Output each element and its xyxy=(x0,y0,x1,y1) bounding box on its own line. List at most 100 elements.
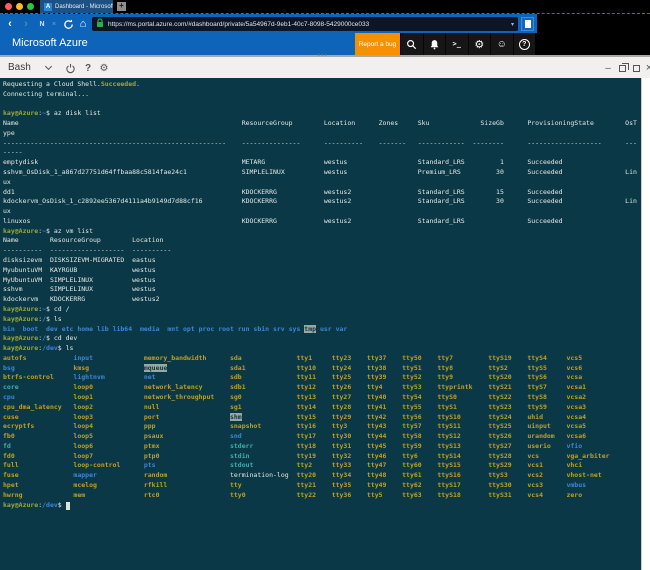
search-button[interactable] xyxy=(400,33,423,55)
terminal-text: termination-log xyxy=(230,471,289,479)
zoom-window-button[interactable] xyxy=(27,3,34,10)
help-button[interactable]: ? xyxy=(513,33,536,55)
terminal-text: cuse xyxy=(3,413,19,421)
terminal-text: tty29 xyxy=(332,413,352,421)
terminal-screen[interactable]: Requesting a Cloud Shell.Succeeded.Conne… xyxy=(0,78,641,570)
terminal-text: ttyS24 xyxy=(488,413,511,421)
terminal-text: loop0 xyxy=(73,383,93,391)
url-text: https://ms.portal.azure.com/#dashboard/p… xyxy=(108,21,511,28)
terminal-text: ttyS27 xyxy=(488,442,511,450)
browser-tab[interactable]: A Dashboard - Microsoft Azure xyxy=(40,0,113,13)
terminal-text: loop4 xyxy=(73,422,93,430)
terminal-text: linuxos xyxy=(3,217,30,225)
power-icon xyxy=(65,63,76,74)
terminal-text: cpu_dma_latency xyxy=(3,403,62,411)
terminal-text: westus2 xyxy=(324,188,351,196)
tab-title: Dashboard - Microsoft Azure xyxy=(55,4,113,10)
shell-settings-button[interactable]: ⚙ xyxy=(96,60,112,76)
forward-icon[interactable]: › xyxy=(18,14,34,34)
new-tab-button[interactable]: + xyxy=(117,2,126,11)
toolbar-extension-close-icon[interactable]: × xyxy=(48,14,60,34)
terminal-text: KDOCKERRG xyxy=(242,188,277,196)
url-dropdown-icon[interactable]: ▾ xyxy=(511,21,514,28)
back-icon[interactable]: ‹ xyxy=(2,14,18,34)
close-window-button[interactable] xyxy=(5,3,12,10)
terminal-line: --------------------------------------- xyxy=(3,246,641,256)
terminal-text: tty6 xyxy=(402,452,418,460)
terminal-text: mcelog xyxy=(73,481,96,489)
terminal-text: vcsa1 xyxy=(566,383,586,391)
terminal-text: ttyS5 xyxy=(527,364,547,372)
terminal-text: ttyS20 xyxy=(488,373,511,381)
tab-bar: A Dashboard - Microsoft Azure + xyxy=(0,0,650,13)
terminal-text: loop5 xyxy=(73,432,93,440)
terminal-text: vcsa xyxy=(566,373,582,381)
minimize-window-button[interactable] xyxy=(16,3,23,10)
home-icon[interactable]: ⌂ xyxy=(76,14,90,34)
terminal-text: tty55 xyxy=(402,403,422,411)
report-a-bug-button[interactable]: Report a bug xyxy=(355,33,400,55)
terminal-text: kay@Azure xyxy=(3,109,38,117)
terminal-text: vga_arbiter xyxy=(566,452,609,460)
terminal-text: Succeeded xyxy=(527,188,562,196)
terminal-text: kay@Azure xyxy=(3,227,38,235)
terminal-text: media xyxy=(140,325,160,333)
url-bar[interactable]: https://ms.portal.azure.com/#dashboard/p… xyxy=(92,17,518,31)
terminal-text: $ az disk list xyxy=(46,109,101,117)
terminal-line: kdockervm_OsDisk_1_c2892ee5367d4111a4b91… xyxy=(3,197,641,207)
terminal-text: tmp xyxy=(304,325,316,333)
terminal-line: Requesting a Cloud Shell.Succeeded. xyxy=(3,80,641,90)
terminal-text: ProvisioningState xyxy=(527,119,594,127)
azure-brand[interactable]: Microsoft Azure xyxy=(12,37,88,49)
terminal-text: lib64 xyxy=(113,325,133,333)
terminal-text: ---------- xyxy=(132,246,171,254)
terminal-text: tty42 xyxy=(367,413,387,421)
terminal-text: bin xyxy=(3,325,15,333)
refresh-icon[interactable] xyxy=(60,14,76,34)
terminal-text: ttyS8 xyxy=(527,393,547,401)
terminal-text: kay@Azure xyxy=(3,501,38,509)
terminal-text: vcs6 xyxy=(566,364,582,372)
notifications-button[interactable] xyxy=(423,33,446,55)
terminal-text: tty14 xyxy=(296,403,316,411)
terminal-text: /dev xyxy=(42,501,58,509)
terminal-text: null xyxy=(144,403,160,411)
terminal-line: fd0loop7ptp0stdintty19tty32tty46tty6ttyS… xyxy=(3,452,641,462)
terminal-text: cpu xyxy=(3,393,15,401)
terminal-text: fb0 xyxy=(3,432,15,440)
terminal-line: bsgkmsgmqueuesda1tty10tty24tty38tty51tty… xyxy=(3,364,641,374)
cloud-shell-button[interactable]: >_ xyxy=(445,33,468,55)
terminal-text: Name xyxy=(3,236,19,244)
terminal-text: tty45 xyxy=(367,442,387,450)
shell-help-button[interactable]: ? xyxy=(80,60,96,76)
terminal-text: sdb xyxy=(230,373,242,381)
shell-environment-select[interactable]: Bash xyxy=(8,62,31,73)
terminal-line: MyubuntuVMKAYRGUBwestus xyxy=(3,266,641,276)
terminal-text: input xyxy=(73,354,93,362)
terminal-text: tty24 xyxy=(332,364,352,372)
chevron-down-icon[interactable] xyxy=(45,63,52,70)
terminal-text: urandom xyxy=(527,432,554,440)
terminal-text: tty51 xyxy=(402,364,422,372)
terminal-text: Lin xyxy=(625,168,637,176)
gear-icon: ⚙ xyxy=(474,38,484,51)
terminal-text: tty36 xyxy=(332,491,352,499)
feedback-button[interactable]: ☺ xyxy=(490,33,513,55)
restart-shell-button[interactable] xyxy=(62,60,78,76)
settings-button[interactable]: ⚙ xyxy=(468,33,491,55)
terminal-text: sg0 xyxy=(230,393,242,401)
terminal-text: Standard_LRS xyxy=(418,158,465,166)
terminal-text: mqueue xyxy=(144,364,167,372)
terminal-text: ptmx xyxy=(144,442,160,450)
close-panel-button[interactable]: × xyxy=(641,60,650,76)
terminal-text: hwrng xyxy=(3,491,23,499)
terminal-scrollbar[interactable] xyxy=(641,78,650,570)
terminal-text: vcs4 xyxy=(527,491,543,499)
panel-drag-handle[interactable]: ••• xyxy=(318,53,327,59)
terminal-text: ttyS23 xyxy=(488,403,511,411)
terminal-text: tty35 xyxy=(332,481,352,489)
terminal-text: tty28 xyxy=(332,403,352,411)
terminal-text: vmbus xyxy=(566,481,586,489)
page-action-button[interactable] xyxy=(521,17,534,31)
toolbar-extension-icon[interactable]: N xyxy=(36,14,48,34)
